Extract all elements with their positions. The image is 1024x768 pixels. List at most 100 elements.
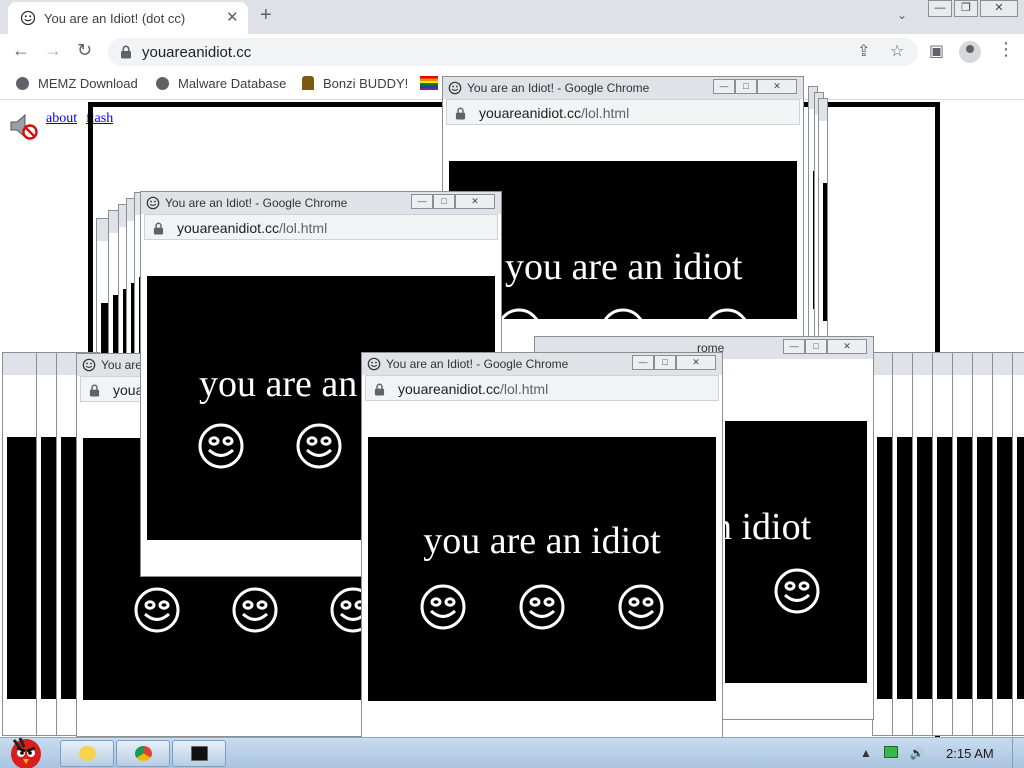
tray-arrow-icon[interactable]: ▲	[860, 746, 872, 760]
smiley-face-icon	[773, 567, 821, 620]
popup-title: You are an Idiot! - Google Chrome	[467, 81, 650, 95]
popup-content: n idiot	[725, 421, 867, 683]
popup-url: youareanidiot.cc/lol.html	[398, 381, 549, 397]
globe-icon	[16, 77, 29, 90]
speaker-muted-icon[interactable]	[8, 111, 38, 141]
popup-window-edge[interactable]	[972, 352, 994, 736]
smiley-face-icon	[419, 583, 467, 636]
angry-bird-icon[interactable]	[4, 732, 48, 768]
rainbow-flag-icon[interactable]	[420, 76, 438, 90]
close-icon[interactable]: ✕	[676, 355, 716, 370]
tab-youareanidiot[interactable]: You are an Idiot! (dot cc) ✕	[8, 2, 248, 34]
bonzi-icon	[302, 76, 314, 90]
tab-close-icon[interactable]: ✕	[226, 8, 239, 26]
smiley-face-icon	[295, 422, 343, 475]
volume-icon[interactable]: 🔊	[910, 746, 925, 760]
restore-icon[interactable]: ❐	[954, 0, 978, 17]
close-icon[interactable]: ✕	[980, 0, 1018, 17]
lock-icon	[374, 383, 385, 396]
taskbar-clock[interactable]: 2:15 AM	[946, 746, 994, 761]
popup-window-controls: —□✕	[632, 355, 716, 370]
popup-window-edge[interactable]	[952, 352, 974, 736]
tab-title: You are an Idiot! (dot cc)	[44, 11, 186, 26]
maximize-icon[interactable]: □	[735, 79, 757, 94]
popup-window-edge[interactable]	[1012, 352, 1024, 736]
popup-address-bar[interactable]: youareanidiot.cc/lol.html	[365, 375, 719, 401]
popup-window-edge[interactable]	[892, 352, 914, 736]
minimize-icon[interactable]: —	[713, 79, 735, 94]
about-link[interactable]: about	[46, 111, 77, 127]
smiley-face-icon	[599, 307, 647, 319]
smiley-icon	[448, 81, 462, 95]
smiley-row	[368, 583, 716, 636]
bookmark-malware-database[interactable]: Malware Database	[156, 76, 286, 91]
smiley-face-icon	[197, 422, 245, 475]
tab-search-icon[interactable]: ⌄	[897, 8, 907, 22]
close-icon[interactable]: ✕	[827, 339, 867, 354]
minimize-icon[interactable]: —	[632, 355, 654, 370]
popup-title: You are an Idiot! - Google Chrome	[386, 357, 569, 371]
profile-avatar[interactable]	[959, 41, 981, 63]
maximize-icon[interactable]: □	[805, 339, 827, 354]
popup-window-edge[interactable]	[818, 98, 828, 358]
back-icon[interactable]: ←	[12, 40, 30, 61]
lock-icon	[153, 222, 164, 235]
popup-window-edge[interactable]	[912, 352, 934, 736]
new-tab-icon[interactable]: +	[260, 4, 272, 27]
network-icon[interactable]	[883, 746, 898, 758]
show-desktop-button[interactable]	[1012, 738, 1024, 768]
lock-icon	[455, 107, 466, 120]
taskbar-cmd-button[interactable]	[172, 740, 226, 767]
idiot-caption: you are an idiot	[423, 520, 661, 562]
minimize-icon[interactable]: —	[411, 194, 433, 209]
side-panel-icon[interactable]: ▣	[929, 41, 944, 61]
close-icon[interactable]: ✕	[455, 194, 495, 209]
taskbar: ▲ 🔊 2:15 AM	[0, 737, 1024, 768]
popup-titlebar[interactable]: You are an Idiot! - Google Chrome —□✕	[443, 77, 803, 99]
smiley-row	[725, 567, 867, 620]
popup-address-bar[interactable]: youareanidiot.cc/lol.html	[144, 214, 498, 240]
popup-address-bar[interactable]: youareanidiot.cc/lol.html	[446, 99, 800, 125]
popup-window[interactable]: You are an Idiot! - Google Chrome —□✕ youa…	[361, 352, 723, 738]
smiley-icon	[367, 357, 381, 371]
maximize-icon[interactable]: □	[433, 194, 455, 209]
command-prompt-icon	[191, 746, 208, 761]
system-tray: ▲ 🔊	[860, 746, 925, 760]
popup-title: You are an Idiot! - Google Chrome	[165, 196, 348, 210]
forward-icon[interactable]: →	[44, 40, 62, 61]
address-bar[interactable]: youareanidiot.cc	[108, 38, 918, 66]
smiley-icon	[82, 358, 96, 372]
taskbar-chrome-button[interactable]	[116, 740, 170, 767]
popup-titlebar[interactable]: You are an Idiot! - Google Chrome —□✕	[141, 192, 501, 214]
close-icon[interactable]: ✕	[757, 79, 797, 94]
chrome-icon	[135, 746, 152, 761]
maximize-icon[interactable]: □	[654, 355, 676, 370]
popup-titlebar[interactable]: You are an Idiot! - Google Chrome —□✕	[362, 353, 722, 375]
popup-window-edge[interactable]	[872, 352, 894, 736]
smiley-face-icon	[231, 586, 279, 639]
popup-window-edge[interactable]	[932, 352, 954, 736]
share-icon[interactable]: ⇪	[857, 41, 870, 61]
smiley-face-icon	[617, 583, 665, 636]
popup-window-edge[interactable]	[992, 352, 1014, 736]
browser-toolbar: ← → ↻ youareanidiot.cc ⇪ ☆ ▣ ⋮	[0, 34, 1024, 70]
popup-content: you are an idiot	[368, 437, 716, 701]
popup-url: youareanidiot.cc/lol.html	[479, 105, 630, 121]
lock-icon[interactable]	[120, 45, 132, 59]
tab-bar: You are an Idiot! (dot cc) ✕ + ⌄ — ❐ ✕	[0, 0, 1024, 34]
smiley-face-icon	[495, 307, 543, 319]
bookmark-bonzi-buddy[interactable]: Bonzi BUDDY!	[302, 76, 408, 91]
explorer-icon	[79, 746, 96, 761]
smiley-face-icon	[703, 307, 751, 319]
popup-window-controls: —□✕	[411, 194, 495, 209]
taskbar-explorer-button[interactable]	[60, 740, 114, 767]
bookmark-star-icon[interactable]: ☆	[890, 41, 904, 61]
smiley-icon	[146, 196, 160, 210]
menu-icon[interactable]: ⋮	[997, 39, 1015, 60]
reload-icon[interactable]: ↻	[77, 40, 92, 61]
minimize-icon[interactable]: —	[928, 0, 952, 17]
address-text[interactable]: youareanidiot.cc	[142, 44, 251, 61]
popup-window-controls: —□✕	[713, 79, 797, 94]
minimize-icon[interactable]: —	[783, 339, 805, 354]
bookmark-memz[interactable]: MEMZ Download	[16, 76, 138, 91]
